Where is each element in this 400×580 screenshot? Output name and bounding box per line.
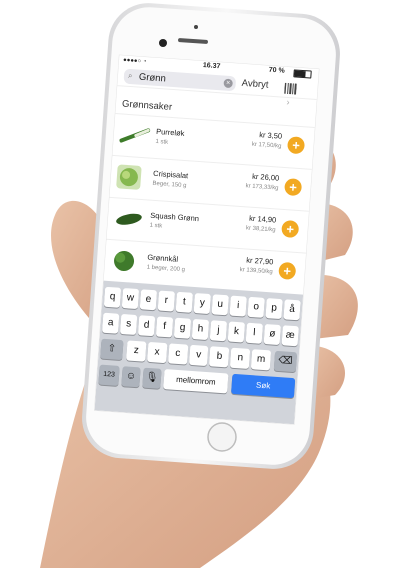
microphone-key[interactable]: 🎙 <box>142 367 162 389</box>
product-price: kr 14,90 <box>248 213 277 225</box>
key-p[interactable]: p <box>265 298 283 320</box>
product-price: kr 27,90 <box>245 255 274 267</box>
key-e[interactable]: e <box>139 289 158 311</box>
key-t[interactable]: t <box>175 291 193 313</box>
key-ø[interactable]: ø <box>263 323 281 346</box>
product-name: Purreløk <box>155 126 185 138</box>
battery-icon <box>293 69 312 79</box>
search-go-key[interactable]: Søk <box>231 373 296 399</box>
cancel-button[interactable]: Avbryt <box>241 78 268 91</box>
product-name: Squash Grønn <box>149 210 200 224</box>
product-unit-price: kr 38,21/kg <box>245 225 276 234</box>
key-r[interactable]: r <box>157 290 176 312</box>
search-query: Grønn <box>138 71 167 85</box>
shift-key[interactable]: ⇧ <box>100 338 124 361</box>
key-i[interactable]: i <box>229 295 247 317</box>
key-s[interactable]: s <box>119 313 138 336</box>
key-v[interactable]: v <box>188 344 209 367</box>
key-g[interactable]: g <box>173 317 192 339</box>
key-j[interactable]: j <box>209 320 228 342</box>
key-w[interactable]: w <box>121 287 140 310</box>
battery-level: 70 % <box>268 66 285 75</box>
product-image <box>119 124 151 146</box>
key-n[interactable]: n <box>230 347 251 369</box>
key-f[interactable]: f <box>155 316 174 338</box>
section-title: Grønnsaker <box>121 98 173 113</box>
key-y[interactable]: y <box>193 293 211 315</box>
key-a[interactable]: a <box>101 312 120 334</box>
key-b[interactable]: b <box>209 346 230 368</box>
product-amount: Beger, 150 g <box>152 180 187 190</box>
add-to-cart-button[interactable]: + <box>278 261 297 280</box>
product-unit-price: kr 173,33/kg <box>245 183 279 192</box>
add-to-cart-button[interactable]: + <box>284 178 303 197</box>
status-time: 16.37 <box>202 62 221 71</box>
barcode-icon[interactable] <box>284 81 297 95</box>
product-unit-price: kr 17,50/kg <box>251 141 282 150</box>
product-amount: 1 beger, 200 g <box>146 264 186 274</box>
key-å[interactable]: å <box>283 299 301 321</box>
key-q[interactable]: q <box>103 286 122 308</box>
key-x[interactable]: x <box>146 341 168 364</box>
key-h[interactable]: h <box>191 318 210 341</box>
key-o[interactable]: o <box>247 296 265 318</box>
product-image <box>116 164 142 190</box>
emoji-key[interactable]: ☺ <box>121 366 141 388</box>
key-u[interactable]: u <box>211 294 229 316</box>
product-image <box>113 210 144 228</box>
product-price: kr 3,50 <box>258 130 283 141</box>
product-amount: 1 stk <box>149 222 163 230</box>
key-k[interactable]: k <box>227 321 246 343</box>
product-price: kr 26,00 <box>251 171 280 183</box>
key-z[interactable]: z <box>126 340 147 362</box>
search-icon: ⌕ <box>127 70 133 81</box>
key-l[interactable]: l <box>245 322 263 344</box>
add-to-cart-button[interactable]: + <box>286 136 306 155</box>
product-amount: 1 stk <box>155 138 169 146</box>
key-d[interactable]: d <box>137 315 156 337</box>
clear-search-icon[interactable]: × <box>223 78 233 89</box>
space-key[interactable]: mellomrom <box>163 369 229 394</box>
product-name: Grønnkål <box>147 252 179 264</box>
numbers-key[interactable]: 123 <box>98 364 120 386</box>
signal-icon: ●●●●○ ◔ <box>122 57 147 66</box>
backspace-key[interactable]: ⌫ <box>273 350 298 373</box>
key-m[interactable]: m <box>250 349 272 371</box>
product-unit-price: kr 139,50/kg <box>239 267 273 276</box>
key-æ[interactable]: æ <box>281 325 299 347</box>
key-c[interactable]: c <box>167 343 188 365</box>
product-image <box>110 248 138 274</box>
add-to-cart-button[interactable]: + <box>281 219 300 239</box>
keyboard: qwertyuiopå asdfghjkløæ ⇧ zxcvbnm ⌫ 123 … <box>94 280 304 425</box>
product-name: Crispisalat <box>152 168 189 181</box>
